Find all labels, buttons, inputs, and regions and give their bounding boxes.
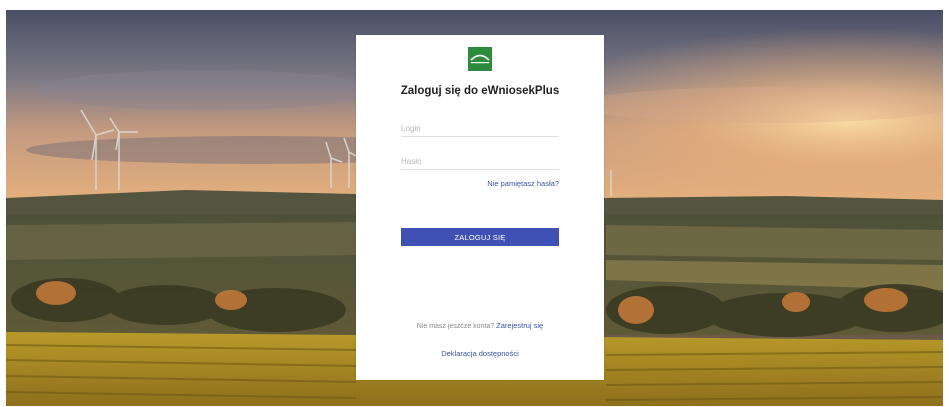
register-link[interactable]: Zarejestruj się (496, 321, 543, 330)
background-photo-frame: Zaloguj się do eWniosekPlus Nie pamiętas… (6, 10, 943, 406)
forgot-password-link[interactable]: Nie pamiętasz hasła? (487, 179, 559, 188)
no-account-text: Nie masz jeszcze konta? (416, 323, 495, 330)
login-input[interactable] (401, 120, 559, 137)
page-title: Zaloguj się do eWniosekPlus (400, 85, 560, 97)
password-input[interactable] (401, 153, 559, 170)
register-prompt: Nie masz jeszcze konta? Zarejestruj się (356, 321, 604, 330)
login-button[interactable]: ZALOGUJ SIĘ (401, 228, 559, 246)
accessibility-declaration-link[interactable]: Deklaracja dostępności (356, 349, 604, 358)
login-card: Zaloguj się do eWniosekPlus Nie pamiętas… (356, 35, 604, 380)
arimr-logo (468, 47, 492, 71)
